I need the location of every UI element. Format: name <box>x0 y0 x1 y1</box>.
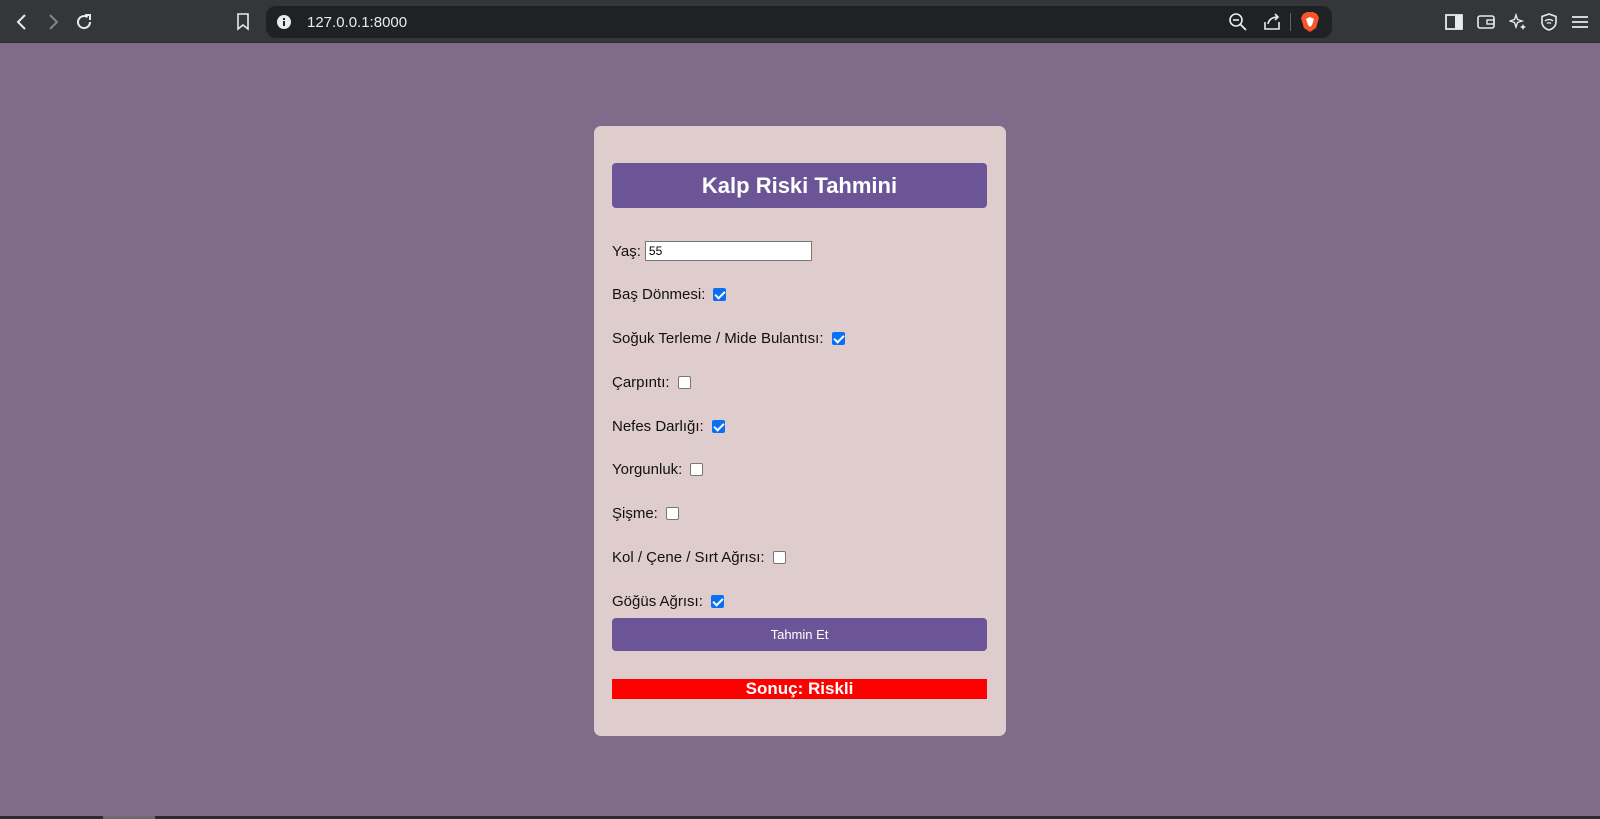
nefes-darligi-checkbox[interactable] <box>711 419 725 433</box>
browser-toolbar: 127.0.0.1:8000 <box>0 0 1600 43</box>
age-label: Yaş: <box>612 242 641 260</box>
kol-cene-sirt-checkbox[interactable] <box>772 550 786 564</box>
bookmark-icon[interactable] <box>232 11 254 33</box>
result-banner: Sonuç: Riskli <box>612 679 987 699</box>
age-input[interactable] <box>644 241 812 261</box>
sidebar-icon[interactable] <box>1443 11 1465 33</box>
field-row-sisme: Şişme: <box>612 502 679 524</box>
share-icon[interactable] <box>1262 12 1282 32</box>
field-label: Nefes Darlığı: <box>612 417 704 435</box>
page-title: Kalp Riski Tahmini <box>612 163 987 208</box>
field-label: Çarpıntı: <box>612 373 670 391</box>
field-row-nefes-darligi: Nefes Darlığı: <box>612 415 725 437</box>
vpn-icon[interactable] <box>1538 11 1560 33</box>
wallet-icon[interactable] <box>1475 11 1497 33</box>
field-label: Yorgunluk: <box>612 460 683 478</box>
site-info-icon[interactable] <box>276 14 292 30</box>
zoom-icon[interactable] <box>1228 12 1248 32</box>
field-row-kol-cene-sirt: Kol / Çene / Sırt Ağrısı: <box>612 546 786 568</box>
gogus-agrisi-checkbox[interactable] <box>710 594 724 608</box>
menu-icon[interactable] <box>1569 11 1591 33</box>
forward-icon[interactable] <box>42 11 64 33</box>
field-row-yorgunluk: Yorgunluk: <box>612 458 704 480</box>
brave-shields-icon[interactable] <box>1300 11 1320 33</box>
predict-button[interactable]: Tahmin Et <box>612 618 987 651</box>
field-row-gogus-agrisi: Göğüs Ağrısı: <box>612 590 724 612</box>
field-label: Şişme: <box>612 504 658 522</box>
field-row-carpinti: Çarpıntı: <box>612 371 691 393</box>
yorgunluk-checkbox[interactable] <box>690 462 704 476</box>
leo-ai-icon[interactable] <box>1507 11 1529 33</box>
omnibox-divider <box>1290 13 1291 31</box>
field-row-bas-donmesi: Baş Dönmesi: <box>612 283 727 305</box>
age-row: Yaş: <box>612 240 812 262</box>
carpinti-checkbox[interactable] <box>677 375 691 389</box>
address-bar[interactable]: 127.0.0.1:8000 <box>266 6 1332 38</box>
bas-donmesi-checkbox[interactable] <box>713 287 727 301</box>
reload-icon[interactable] <box>73 11 95 33</box>
soguk-terleme-checkbox[interactable] <box>831 331 845 345</box>
field-row-soguk-terleme: Soğuk Terleme / Mide Bulantısı: <box>612 327 845 349</box>
back-icon[interactable] <box>11 11 33 33</box>
prediction-card: Kalp Riski Tahmini Yaş: Baş Dönmesi: Soğ… <box>594 126 1006 736</box>
sisme-checkbox[interactable] <box>665 506 679 520</box>
url-text[interactable]: 127.0.0.1:8000 <box>307 14 407 31</box>
field-label: Kol / Çene / Sırt Ağrısı: <box>612 548 765 566</box>
field-label: Soğuk Terleme / Mide Bulantısı: <box>612 329 824 347</box>
field-label: Göğüs Ağrısı: <box>612 592 703 610</box>
field-label: Baş Dönmesi: <box>612 285 706 303</box>
